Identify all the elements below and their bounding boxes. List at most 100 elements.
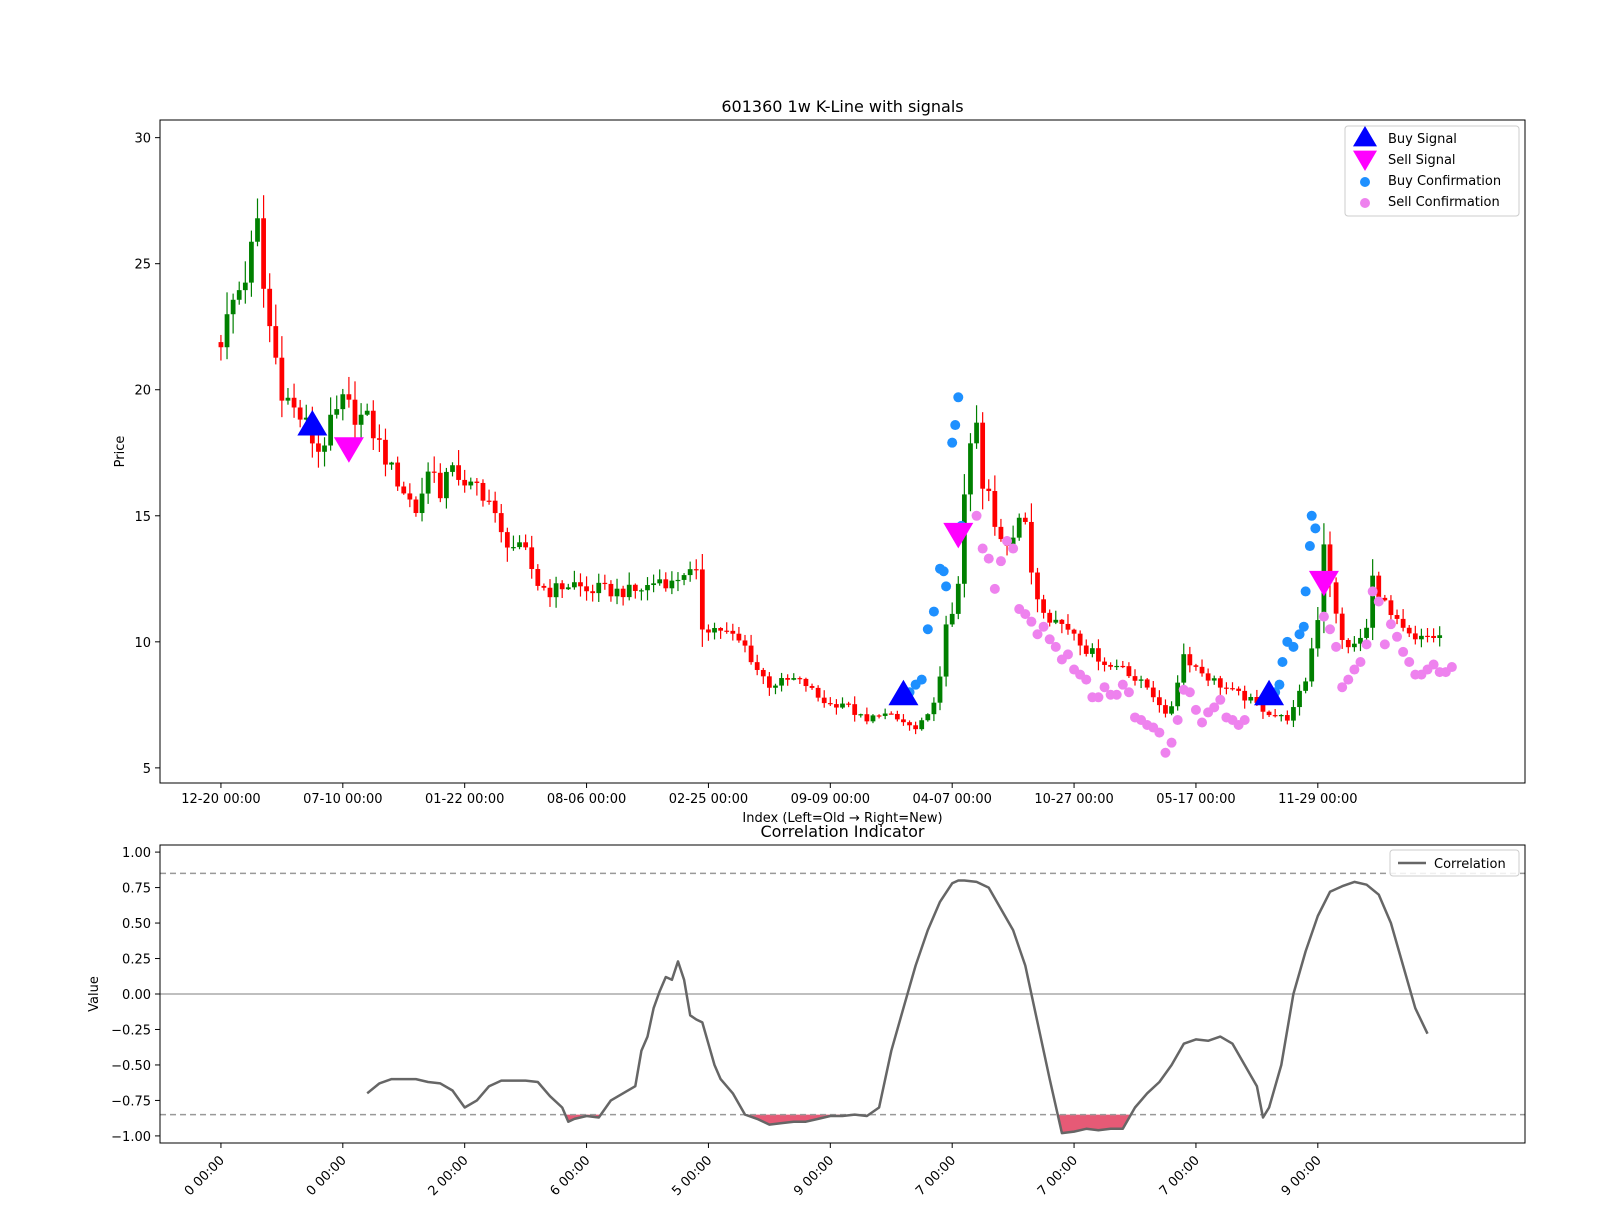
correlation-y-ticks: 1.00 0.75 0.50 0.25 0.00 −0.25 −0.50 −0.75 −1.00 [111,846,160,1145]
sell-confirmation-point [1325,624,1335,635]
candle-body [693,569,699,571]
candle-body [1345,639,1351,648]
candle-body [236,290,242,300]
sell-confirmation-point [1038,621,1049,632]
candle-body [1376,575,1382,598]
sell-confirmation-point [983,553,994,564]
candle-body [480,482,486,501]
candle-body [249,241,254,283]
candle-body [285,397,291,401]
sell-confirmation-point [1215,694,1226,705]
candle-body [748,645,754,663]
sell-confirmation-point [1026,616,1037,627]
candle-body [273,326,279,358]
candle-body [316,443,321,452]
candle-body [846,703,851,705]
sell-confirmation-point [1166,737,1177,748]
sell-confirmation-point [1160,747,1171,758]
candle-body [852,704,858,715]
candle-body [1412,633,1418,640]
buy-confirmation-point [947,437,958,448]
candle-body [998,526,1004,540]
candle-body [882,713,888,716]
candle-body [1022,517,1028,522]
sell-confirmation-point [1008,543,1019,554]
candle-body [450,465,455,472]
candle-body [1315,620,1321,649]
candle-body [279,357,285,401]
correlation-ylabel: Value [87,976,102,1012]
candle-body [645,585,650,591]
candle-body [1089,648,1095,654]
sell-confirmation-point [977,543,988,554]
candle-body [888,713,894,715]
candle-body [334,409,340,415]
candle-body [1291,707,1296,721]
x-tick-label: 0 00:00 [304,1153,350,1199]
sell-confirmation-point [1190,704,1201,715]
candle-body [1096,648,1101,662]
candle-body [1120,665,1126,668]
candle-body [766,676,772,688]
sell-confirmation-point [989,583,1000,594]
candle-body [931,702,937,715]
candle-body [352,399,358,425]
candle-body [1169,706,1174,714]
x-tick-label: 6 00:00 [548,1153,594,1199]
candle-body [1065,623,1071,630]
candle-body [901,719,906,723]
candle-body [1181,654,1187,683]
sell-confirmation-point [1062,649,1073,660]
sell-confirmation-point [1239,714,1250,725]
candle-body [553,583,559,598]
candle-body [1016,517,1022,538]
candle-body [754,662,760,670]
candle-body [242,282,248,291]
candle-body [1242,690,1248,701]
buy-confirmation-point [922,624,933,635]
y-tick-label: −0.50 [111,1059,151,1074]
candle-body [498,513,504,533]
candle-body [742,640,748,646]
correlation-x-ticks: 0 00:00 0 00:00 2 00:00 6 00:00 5 00:00 9 00:… [182,1143,1325,1199]
candle-body [724,630,730,632]
candle-body [937,676,943,703]
candle-body [1035,572,1040,600]
candle-body [425,471,431,494]
y-tick-label: 0.25 [122,953,151,968]
sell-confirmation-point [971,510,982,521]
candle-body [462,479,468,486]
candle-body [669,580,675,589]
sell-confirmation-point [1318,611,1329,622]
candle-body [261,218,266,289]
candle-body [675,579,681,582]
sell-confirmation-point [1355,656,1366,667]
candle-body [559,583,565,590]
candle-body [492,500,498,514]
y-tick-label: 1.00 [122,846,151,861]
candle-body [827,703,833,705]
sell-confirmation-point [1050,641,1061,652]
candle-body [797,678,803,680]
candle-body [1077,633,1083,646]
sell-signal-marker [333,437,364,463]
x-tick-label: 12-20 00:00 [181,792,260,807]
candle-body [571,582,577,588]
candle-body [1114,665,1120,668]
y-tick-label: 15 [134,510,151,525]
sell-confirmation-point [1093,692,1104,703]
x-tick-label: 2 00:00 [426,1153,472,1199]
candle-body [1437,635,1443,638]
y-tick-label: 25 [134,258,151,273]
candle-body [431,471,437,473]
candle-body [760,669,766,677]
candle-body [1138,679,1144,681]
x-tick-label: 09-09 00:00 [791,792,870,807]
candle-body [1388,600,1394,616]
candle-body [1047,612,1053,623]
candle-body [383,439,388,465]
candle-body [1278,715,1284,717]
x-tick-label: 0 00:00 [182,1153,228,1199]
sell-confirmation-point [1343,674,1354,685]
candle-body [224,314,230,348]
